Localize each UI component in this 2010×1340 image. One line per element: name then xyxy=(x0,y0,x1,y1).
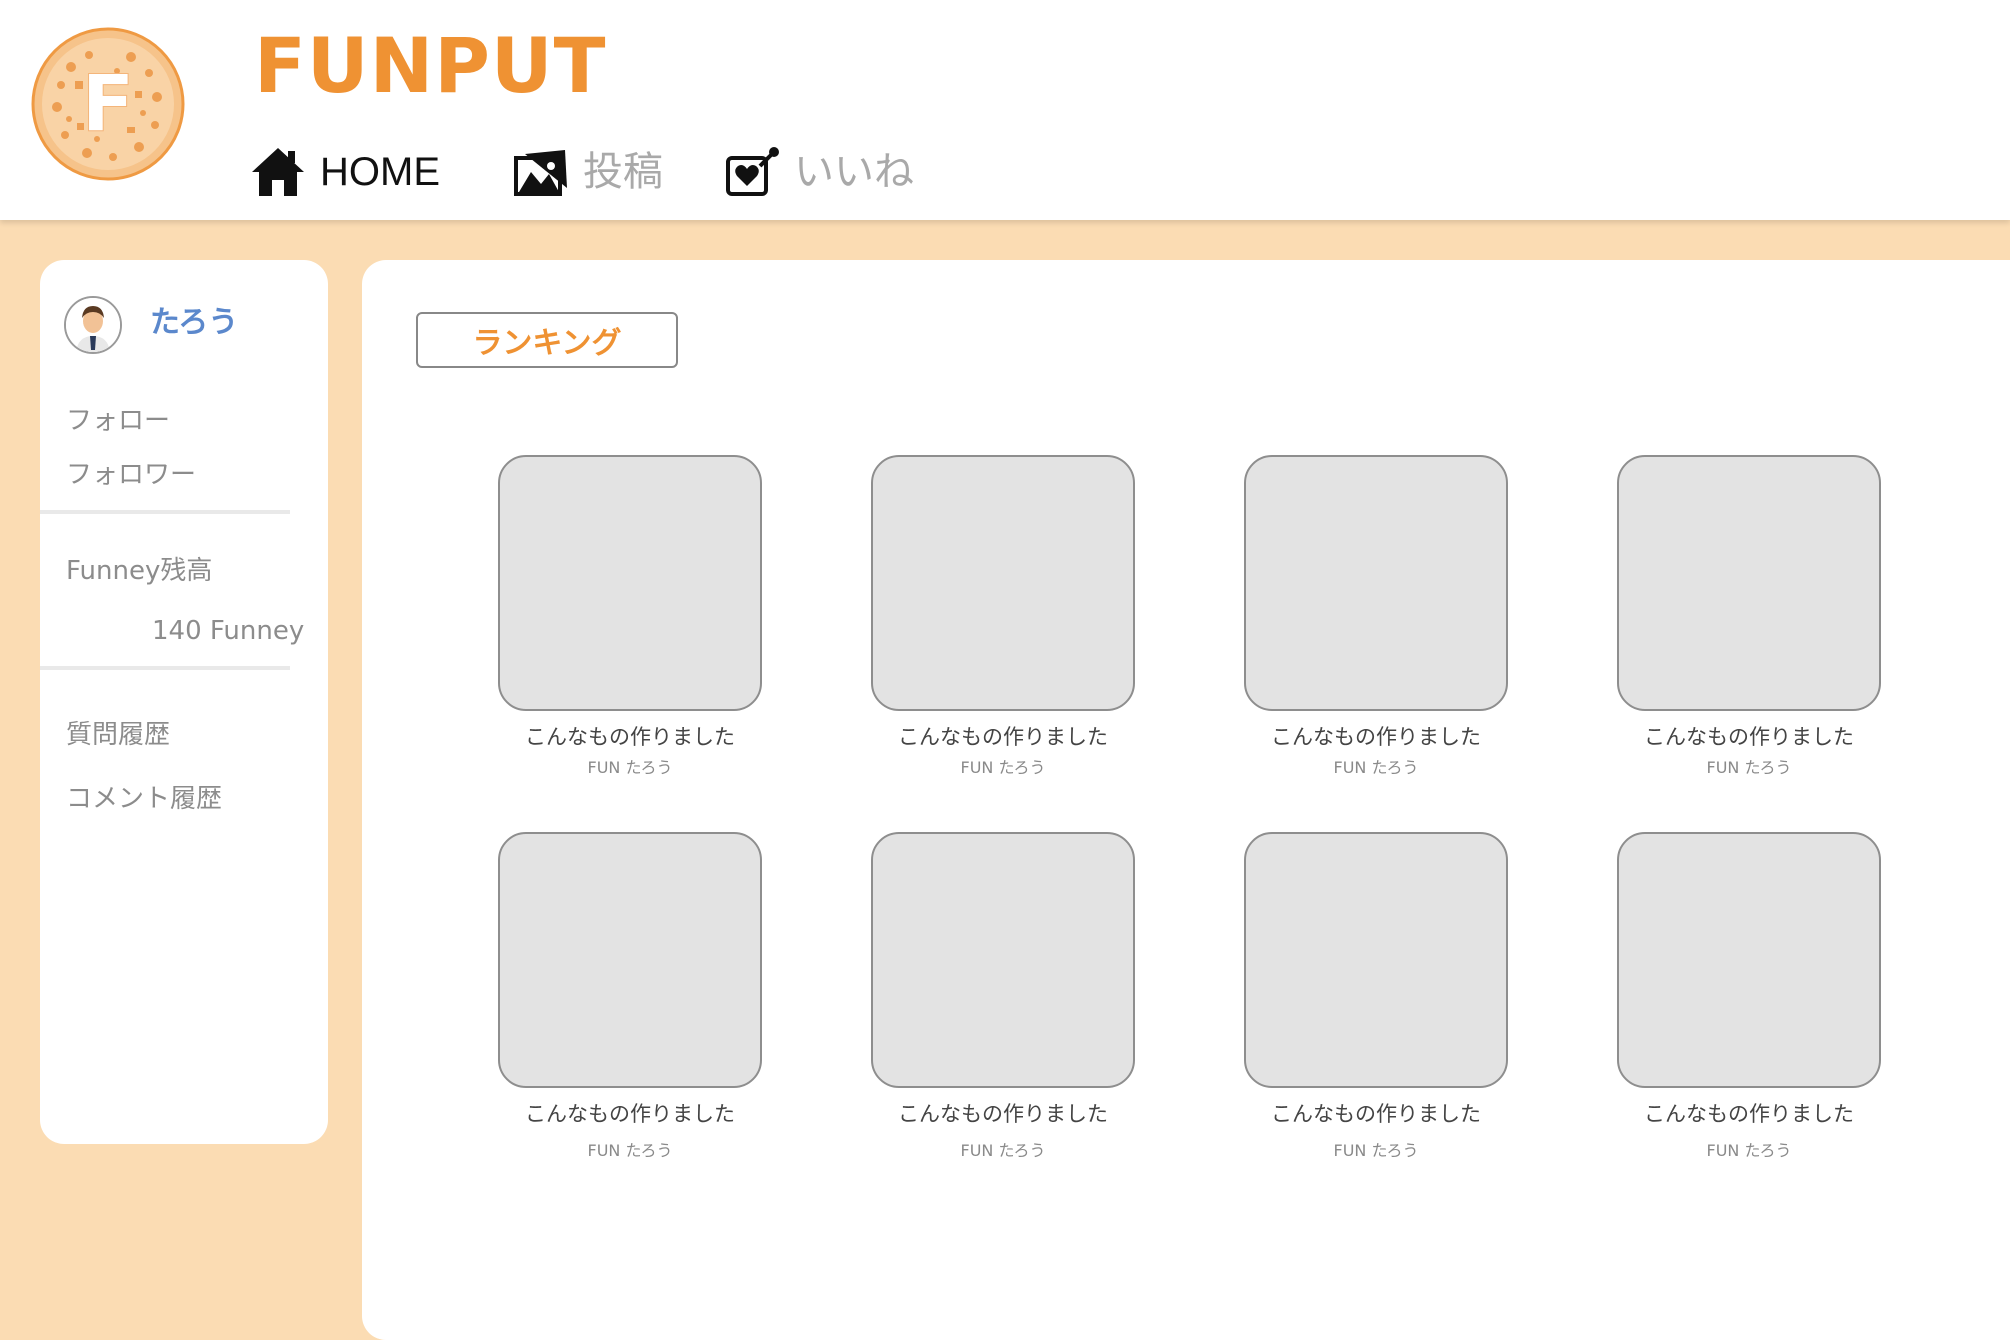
nav-like-label: いいね xyxy=(794,149,914,195)
profile-sidebar: たろう フォロー フォロワー Funney残高 140 Funney 質問履歴 … xyxy=(40,260,328,1144)
post-card[interactable]: こんなもの作りました FUN たろう xyxy=(498,832,762,1160)
post-title: こんなもの作りました xyxy=(898,1102,1108,1126)
post-card[interactable]: こんなもの作りました FUN たろう xyxy=(1244,455,1508,777)
user-avatar-icon xyxy=(66,298,120,352)
post-author: FUN たろう xyxy=(587,758,673,778)
post-card[interactable]: こんなもの作りました FUN たろう xyxy=(1617,832,1881,1160)
post-thumbnail[interactable] xyxy=(1244,832,1508,1088)
logo-badge-icon: F xyxy=(31,27,185,181)
post-thumbnail[interactable] xyxy=(1617,455,1881,711)
follower-link[interactable]: フォロワー xyxy=(66,462,196,488)
follow-link[interactable]: フォロー xyxy=(66,408,170,434)
post-card[interactable]: こんなもの作りました FUN たろう xyxy=(871,832,1135,1160)
post-thumbnail[interactable] xyxy=(871,455,1135,711)
brand-title: FUNPUT xyxy=(254,21,607,110)
post-thumbnail[interactable] xyxy=(1244,455,1508,711)
post-author: FUN たろう xyxy=(1706,1141,1792,1161)
post-card[interactable]: こんなもの作りました FUN たろう xyxy=(871,455,1135,777)
post-title: こんなもの作りました xyxy=(1644,725,1854,749)
home-icon xyxy=(252,148,304,196)
post-thumbnail[interactable] xyxy=(498,832,762,1088)
nav-like[interactable]: いいね xyxy=(724,142,914,202)
nav-home-label: HOME xyxy=(320,150,440,194)
post-title: こんなもの作りました xyxy=(525,725,735,749)
post-author: FUN たろう xyxy=(1333,758,1419,778)
post-author: FUN たろう xyxy=(960,1141,1046,1161)
post-author: FUN たろう xyxy=(587,1141,673,1161)
like-heart-icon xyxy=(726,147,779,196)
post-title: こんなもの作りました xyxy=(1271,1102,1481,1126)
nav-home[interactable]: HOME xyxy=(250,142,440,202)
post-photo-icon xyxy=(514,150,567,196)
nav-post-label: 投稿 xyxy=(583,149,663,195)
question-history-link[interactable]: 質問履歴 xyxy=(66,722,170,748)
ranking-button[interactable]: ランキング xyxy=(416,312,678,368)
main-panel: ランキング こんなもの作りました FUN たろう こんなもの作りました FUN … xyxy=(362,260,2010,1340)
post-card[interactable]: こんなもの作りました FUN たろう xyxy=(1617,455,1881,777)
top-header: F FUNPUT HOME 投稿 いいね xyxy=(0,0,2010,220)
avatar[interactable] xyxy=(64,296,122,354)
divider xyxy=(40,510,290,514)
logo-letter: F xyxy=(81,60,134,150)
post-author: FUN たろう xyxy=(960,758,1046,778)
comment-history-link[interactable]: コメント履歴 xyxy=(66,786,222,812)
post-title: こんなもの作りました xyxy=(898,725,1108,749)
nav-post[interactable]: 投稿 xyxy=(513,142,663,202)
post-card[interactable]: こんなもの作りました FUN たろう xyxy=(498,455,762,777)
post-author: FUN たろう xyxy=(1333,1141,1419,1161)
post-title: こんなもの作りました xyxy=(525,1102,735,1126)
post-card[interactable]: こんなもの作りました FUN たろう xyxy=(1244,832,1508,1160)
post-thumbnail[interactable] xyxy=(498,455,762,711)
username[interactable]: たろう xyxy=(150,308,238,338)
balance-value: 140 Funney xyxy=(152,616,305,646)
post-author: FUN たろう xyxy=(1706,758,1792,778)
balance-label: Funney残高 xyxy=(66,556,213,586)
post-title: こんなもの作りました xyxy=(1271,725,1481,749)
post-thumbnail[interactable] xyxy=(871,832,1135,1088)
divider xyxy=(40,666,290,670)
funput-logo[interactable]: F xyxy=(31,27,185,181)
post-thumbnail[interactable] xyxy=(1617,832,1881,1088)
post-title: こんなもの作りました xyxy=(1644,1102,1854,1126)
